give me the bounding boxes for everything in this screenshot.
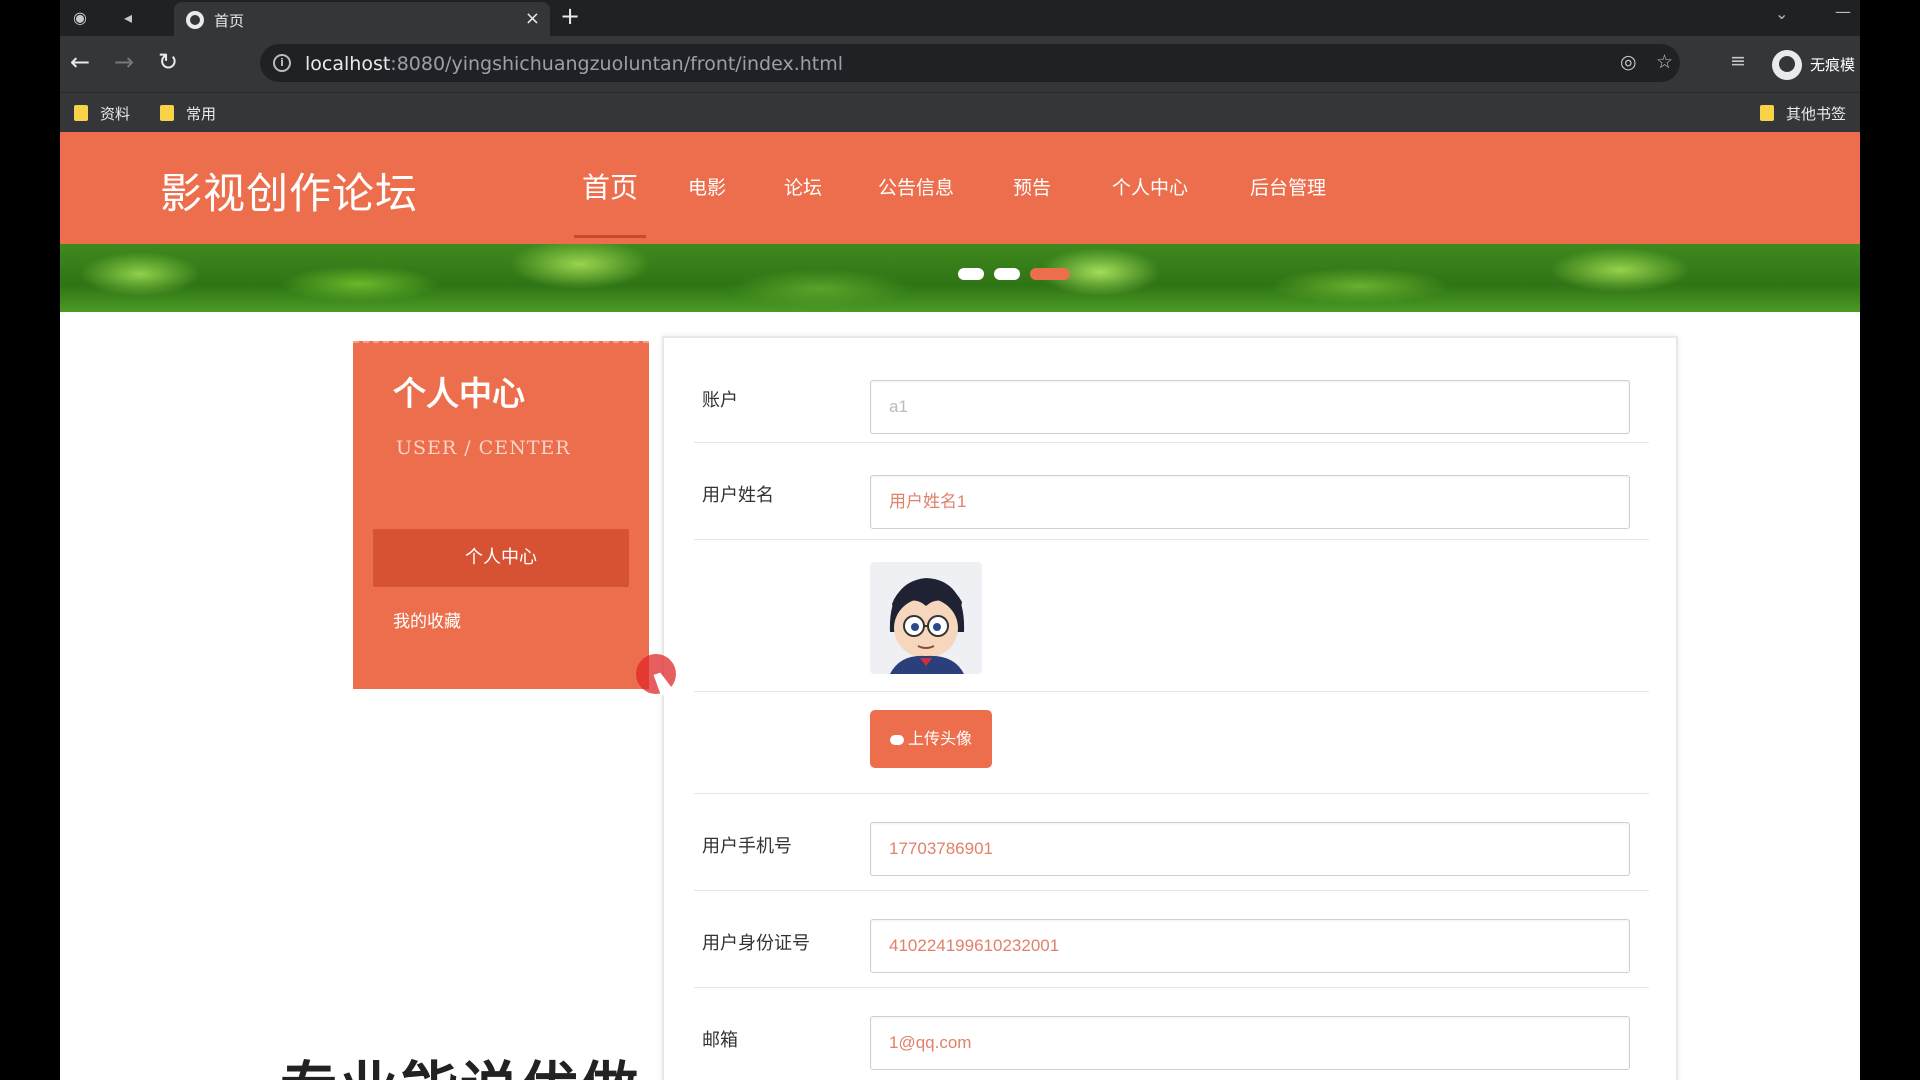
eye-off-icon[interactable]: ◎ [1620, 51, 1637, 73]
profile-form: 账户 a1 用户姓名 用户姓名1 上传头像 用户手机号 17703786901 … [662, 336, 1678, 1080]
bookmark-folder-changyong[interactable]: 常用 [160, 103, 216, 124]
tab-search-icon[interactable]: ◂ [116, 6, 140, 30]
carousel-dot-1[interactable] [958, 268, 984, 280]
new-tab-button[interactable]: + [560, 2, 580, 30]
phone-label: 用户手机号 [702, 836, 792, 857]
info-icon[interactable]: i [273, 54, 291, 72]
sidebar-title: 个人中心 [393, 374, 525, 413]
reload-icon[interactable]: ↻ [158, 48, 178, 76]
name-input[interactable]: 用户姓名1 [870, 475, 1630, 529]
email-input[interactable]: 1@qq.com [870, 1016, 1630, 1070]
forward-icon[interactable]: → [114, 48, 134, 76]
web-page: 影视创作论坛 首页 电影 论坛 公告信息 预告 个人中心 后台管理 个人中心 U… [60, 132, 1860, 1080]
menu-notices[interactable]: 公告信息 [878, 132, 954, 244]
menu-forum[interactable]: 论坛 [784, 132, 822, 244]
folder-icon [1760, 105, 1774, 121]
form-row-account: 账户 a1 [694, 338, 1649, 443]
form-row-idcard: 用户身份证号 410224199610232001 [694, 891, 1649, 988]
sidebar-item-favorites[interactable]: 我的收藏 [393, 607, 461, 632]
account-label: 账户 [702, 390, 738, 411]
email-label: 邮箱 [702, 1030, 738, 1051]
browser-logo-icon[interactable]: ◉ [68, 6, 92, 30]
tab-strip: ◉ ◂ 首页 × + ⌄ — [60, 0, 1860, 36]
other-bookmarks[interactable]: 其他书签 [1760, 103, 1846, 124]
back-icon[interactable]: ← [70, 48, 90, 76]
cloud-upload-icon [889, 735, 904, 745]
carousel-dot-3[interactable] [1030, 268, 1070, 280]
banner-carousel [60, 244, 1860, 312]
site-logo[interactable]: 影视创作论坛 [160, 160, 418, 221]
bookmarks-bar: 资料 常用 其他书签 [60, 92, 1860, 132]
form-row-email: 邮箱 1@qq.com [694, 988, 1649, 1080]
avatar-illustration-icon [870, 562, 982, 674]
minimize-button[interactable]: — [1835, 2, 1851, 21]
phone-input[interactable]: 17703786901 [870, 822, 1630, 876]
tab-title: 首页 [214, 12, 245, 30]
account-input[interactable]: a1 [870, 380, 1630, 434]
idcard-label: 用户身份证号 [702, 933, 810, 954]
form-row-upload: 上传头像 [694, 692, 1649, 794]
menu-home[interactable]: 首页 [573, 132, 647, 244]
form-row-avatar [694, 540, 1649, 692]
menu-trailers[interactable]: 预告 [1013, 132, 1051, 244]
reading-list-icon[interactable]: ≡ [1730, 50, 1746, 72]
folder-icon [160, 105, 174, 121]
bookmark-folder-ziliao[interactable]: 资料 [74, 103, 130, 124]
carousel-dot-2[interactable] [994, 268, 1020, 280]
incognito-avatar-icon[interactable] [1772, 50, 1802, 80]
star-icon[interactable]: ☆ [1656, 51, 1673, 73]
active-tab[interactable]: 首页 × [174, 2, 550, 36]
url-text[interactable]: localhost:8080/yingshichuangzuoluntan/fr… [305, 53, 843, 75]
profile-label[interactable]: 无痕模 [1810, 54, 1855, 75]
menu-admin[interactable]: 后台管理 [1250, 132, 1326, 244]
chevron-down-icon[interactable]: ⌄ [1775, 4, 1788, 23]
site-header: 影视创作论坛 首页 电影 论坛 公告信息 预告 个人中心 后台管理 [60, 132, 1860, 244]
menu-user-center[interactable]: 个人中心 [1112, 132, 1188, 244]
folder-icon [74, 105, 88, 121]
menu-movies[interactable]: 电影 [688, 132, 726, 244]
globe-icon [186, 11, 204, 29]
screen-frame: ◉ ◂ 首页 × + ⌄ — ← → ↻ i localhost:8080/yi… [60, 0, 1860, 1080]
browser-toolbar: ← → ↻ i localhost:8080/yingshichuangzuol… [60, 36, 1860, 92]
address-bar[interactable]: i localhost:8080/yingshichuangzuoluntan/… [260, 44, 1680, 82]
close-tab-icon[interactable]: × [525, 8, 540, 29]
name-label: 用户姓名 [702, 485, 774, 506]
form-row-name: 用户姓名 用户姓名1 [694, 443, 1649, 540]
idcard-input[interactable]: 410224199610232001 [870, 919, 1630, 973]
section-heading: 专业能说优做 [280, 1042, 640, 1080]
upload-avatar-button[interactable]: 上传头像 [870, 710, 992, 768]
user-center-sidebar: 个人中心 USER / CENTER 个人中心 我的收藏 [353, 341, 649, 689]
form-row-phone: 用户手机号 17703786901 [694, 794, 1649, 891]
avatar-image [870, 562, 982, 674]
sidebar-item-user-center[interactable]: 个人中心 [373, 529, 629, 587]
sidebar-subtitle: USER / CENTER [396, 437, 571, 459]
